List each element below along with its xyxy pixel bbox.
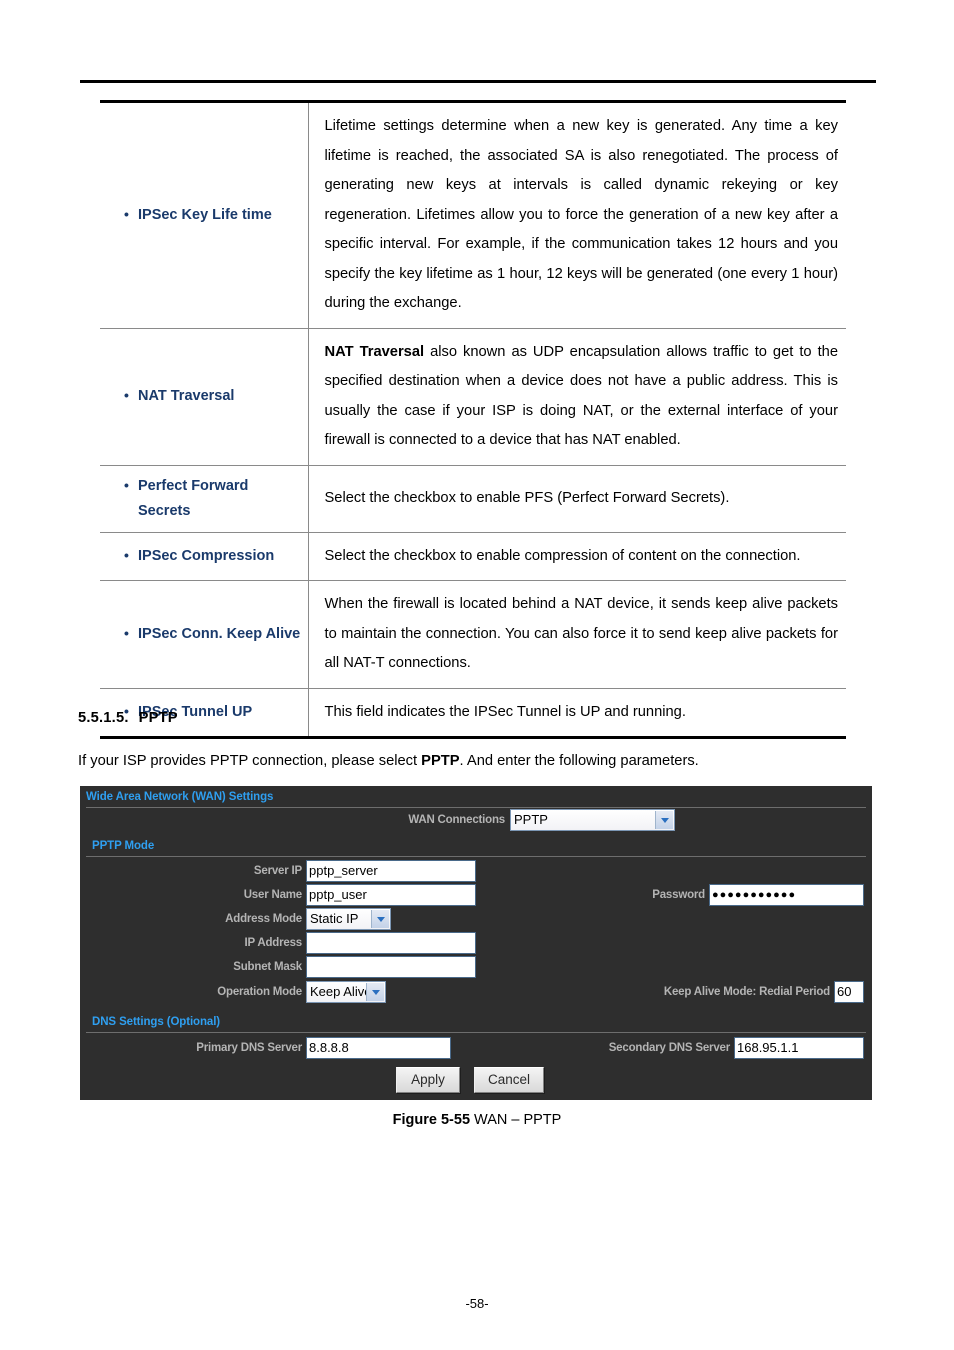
term-label: IPSec Key Life time — [124, 202, 302, 228]
operation-mode-label: Operation Mode — [217, 986, 302, 998]
table-row: IPSec Key Life time Lifetime settings de… — [100, 100, 846, 329]
table-cell-term: IPSec Key Life time — [100, 100, 309, 329]
chevron-down-icon[interactable] — [366, 983, 384, 1001]
table-cell-term: IPSec Conn. Keep Alive — [100, 580, 309, 689]
password-input[interactable]: ●●●●●●●●●●● — [709, 884, 864, 906]
description-text: Select the checkbox to enable compressio… — [324, 547, 801, 564]
subnet-mask-input[interactable] — [306, 956, 476, 978]
wan-connections-label: WAN Connections — [408, 814, 505, 826]
table-cell-term: IPSec Compression — [100, 532, 309, 581]
secondary-dns-label: Secondary DNS Server — [608, 1042, 730, 1054]
chevron-down-icon[interactable] — [371, 910, 389, 928]
term-label: IPSec Conn. Keep Alive — [124, 621, 302, 647]
section-divider — [86, 856, 866, 857]
table-row: IPSec Conn. Keep Alive When the firewall… — [100, 580, 846, 689]
table-row: Perfect Forward Secrets Select the check… — [100, 465, 846, 533]
section-heading: 5.5.1.5. PPTP — [78, 710, 178, 726]
table-row: NAT Traversal NAT Traversal also known a… — [100, 328, 846, 466]
figure-caption: Figure 5-55 WAN – PPTP — [0, 1112, 954, 1128]
ip-address-label: IP Address — [244, 937, 303, 949]
table-cell-description: Select the checkbox to enable compressio… — [308, 532, 846, 581]
table-cell-description: NAT Traversal also known as UDP encapsul… — [308, 328, 846, 466]
page-header-rule — [80, 80, 876, 83]
user-name-input[interactable]: pptp_user — [306, 884, 476, 906]
figure-number: Figure 5-55 — [392, 1112, 471, 1128]
description-text: Lifetime settings determine when a new k… — [324, 118, 839, 311]
description-text: This field indicates the IPSec Tunnel is… — [324, 703, 686, 720]
section-divider — [86, 1032, 866, 1033]
term-label: NAT Traversal — [124, 383, 302, 409]
table-cell-description: Lifetime settings determine when a new k… — [308, 100, 846, 329]
cancel-button[interactable]: Cancel — [474, 1067, 544, 1093]
term-label: IPSec Compression — [124, 543, 302, 569]
password-label: Password — [652, 889, 705, 901]
pptp-mode-section-title: PPTP Mode — [92, 840, 155, 852]
term-label: Perfect Forward Secrets — [124, 473, 302, 524]
description-text: Select the checkbox to enable PFS (Perfe… — [324, 489, 730, 506]
table-cell-description: Select the checkbox to enable PFS (Perfe… — [308, 465, 846, 533]
table-row: IPSec Tunnel UP This field indicates the… — [100, 688, 846, 739]
chevron-down-icon[interactable] — [655, 811, 673, 829]
table-cell-description: This field indicates the IPSec Tunnel is… — [308, 688, 846, 739]
intro-text-before: If your ISP provides PPTP connection, pl… — [78, 753, 422, 769]
ip-address-input[interactable] — [306, 932, 476, 954]
description-text: When the firewall is located behind a NA… — [324, 596, 839, 671]
figure-title: WAN – PPTP — [470, 1112, 562, 1128]
dns-settings-section-title: DNS Settings (Optional) — [92, 1016, 221, 1028]
wan-settings-section-title: Wide Area Network (WAN) Settings — [86, 791, 274, 803]
section-number: 5.5.1.5. — [78, 710, 129, 726]
description-text: NAT Traversal also known as UDP encapsul… — [325, 338, 839, 456]
apply-button[interactable]: Apply — [396, 1067, 460, 1093]
secondary-dns-input[interactable]: 168.95.1.1 — [734, 1037, 864, 1059]
address-mode-select[interactable]: Static IP — [306, 908, 391, 930]
table-row: IPSec Compression Select the checkbox to… — [100, 532, 846, 581]
subnet-mask-label: Subnet Mask — [233, 961, 302, 973]
user-name-label: User Name — [243, 889, 302, 901]
primary-dns-input[interactable]: 8.8.8.8 — [306, 1037, 451, 1059]
redial-period-input[interactable]: 60 — [834, 981, 864, 1003]
wan-connections-value: PPTP — [514, 812, 548, 827]
router-wan-settings-screenshot: Wide Area Network (WAN) Settings WAN Con… — [80, 786, 872, 1100]
intro-text-bold: PPTP — [421, 753, 460, 769]
operation-mode-select[interactable]: Keep Alive — [306, 981, 386, 1003]
server-ip-label: Server IP — [253, 865, 302, 877]
operation-mode-value: Keep Alive — [310, 984, 372, 999]
section-title: PPTP — [138, 710, 178, 726]
table-cell-term: NAT Traversal — [100, 328, 309, 466]
address-mode-label: Address Mode — [225, 913, 302, 925]
ipsec-settings-table: IPSec Key Life time Lifetime settings de… — [100, 100, 846, 739]
wan-connections-select[interactable]: PPTP — [510, 809, 675, 831]
section-divider — [86, 807, 866, 808]
intro-paragraph: If your ISP provides PPTP connection, pl… — [78, 750, 868, 772]
page-number: -58- — [465, 1296, 489, 1311]
table-cell-description: When the firewall is located behind a NA… — [308, 580, 846, 689]
redial-period-label: Keep Alive Mode: Redial Period — [663, 986, 830, 998]
server-ip-input[interactable]: pptp_server — [306, 860, 476, 882]
intro-text-after: . And enter the following parameters. — [459, 753, 699, 769]
address-mode-value: Static IP — [310, 911, 359, 926]
description-emphasis: NAT Traversal — [324, 343, 425, 360]
table-cell-term: Perfect Forward Secrets — [100, 465, 309, 533]
primary-dns-label: Primary DNS Server — [196, 1042, 302, 1054]
